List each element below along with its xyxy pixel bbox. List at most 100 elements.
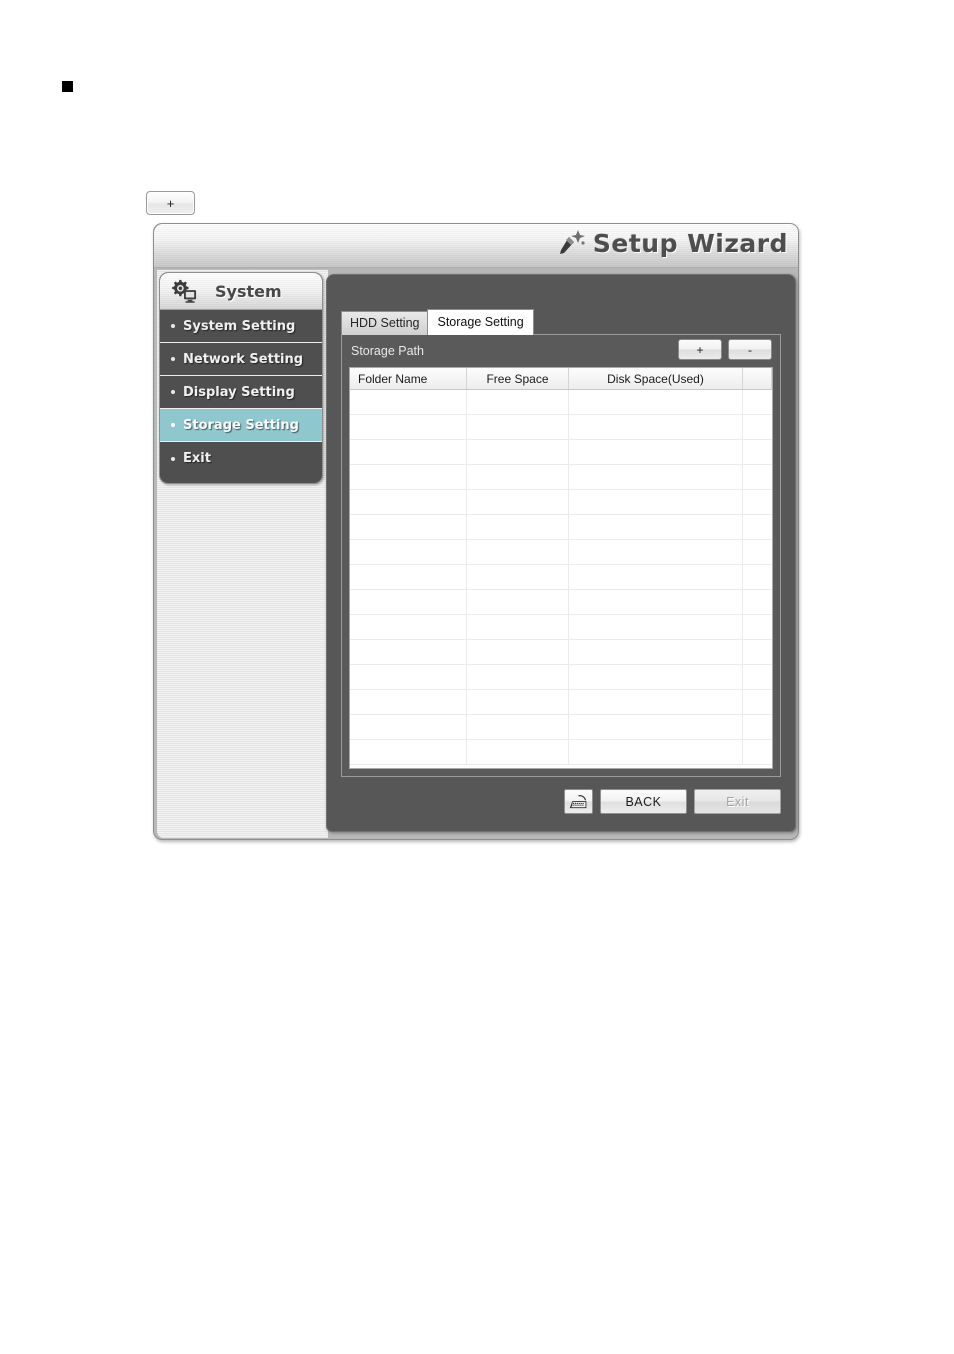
- sidebar-item-system-setting[interactable]: System Setting: [160, 310, 322, 343]
- storage-settings-area: Storage Path + - Folder Name Free Space …: [341, 334, 781, 777]
- table-row[interactable]: [350, 565, 772, 590]
- magic-wand-icon: [559, 230, 585, 254]
- bullet-icon: [171, 357, 175, 361]
- add-path-button[interactable]: +: [678, 339, 722, 360]
- table-cell: [743, 515, 772, 539]
- table-cell: [569, 490, 743, 514]
- remove-path-button[interactable]: -: [728, 339, 772, 360]
- sidebar-item-storage-setting[interactable]: Storage Setting: [160, 409, 322, 442]
- standalone-plus-button[interactable]: +: [146, 191, 195, 215]
- table-row[interactable]: [350, 490, 772, 515]
- table-cell: [743, 565, 772, 589]
- table-cell: [467, 515, 569, 539]
- table-cell: [743, 590, 772, 614]
- column-header-folder-name[interactable]: Folder Name: [350, 368, 467, 389]
- table-cell: [743, 615, 772, 639]
- table-cell: [350, 390, 467, 414]
- footer-bar: BACK Exit: [327, 779, 795, 831]
- table-cell: [467, 615, 569, 639]
- table-row[interactable]: [350, 440, 772, 465]
- table-cell: [467, 490, 569, 514]
- back-label: BACK: [625, 794, 662, 809]
- table-cell: [743, 540, 772, 564]
- remove-path-label: -: [748, 342, 752, 357]
- tab-label: HDD Setting: [350, 316, 420, 330]
- table-row[interactable]: [350, 690, 772, 715]
- table-row[interactable]: [350, 465, 772, 490]
- table-cell: [467, 540, 569, 564]
- table-cell: [467, 390, 569, 414]
- table-row[interactable]: [350, 740, 772, 765]
- table-body: [350, 390, 772, 765]
- table-cell: [569, 665, 743, 689]
- storage-path-label: Storage Path: [351, 344, 424, 358]
- sidebar-item-display-setting[interactable]: Display Setting: [160, 376, 322, 409]
- table-cell: [743, 740, 772, 764]
- table-cell: [467, 640, 569, 664]
- sidebar-item-network-setting[interactable]: Network Setting: [160, 343, 322, 376]
- bullet-icon: [171, 423, 175, 427]
- table-cell: [467, 590, 569, 614]
- bullet-icon: [171, 390, 175, 394]
- column-header-spacer[interactable]: [743, 368, 772, 389]
- table-row[interactable]: [350, 640, 772, 665]
- table-cell: [350, 515, 467, 539]
- table-cell: [743, 690, 772, 714]
- table-cell: [743, 390, 772, 414]
- column-header-disk-space-used[interactable]: Disk Space(Used): [569, 368, 743, 389]
- sidebar-item-label: Network Setting: [183, 351, 304, 367]
- path-action-buttons: + -: [678, 339, 772, 360]
- exit-button[interactable]: Exit: [694, 789, 781, 814]
- table-cell: [743, 640, 772, 664]
- table-row[interactable]: [350, 665, 772, 690]
- back-button[interactable]: BACK: [600, 789, 687, 814]
- table-cell: [350, 665, 467, 689]
- table-cell: [569, 565, 743, 589]
- nav-header: System: [160, 273, 322, 310]
- table-cell: [467, 715, 569, 739]
- sidebar-item-exit[interactable]: Exit: [160, 442, 322, 475]
- gear-monitor-icon: [172, 279, 197, 303]
- content-panel: Storage Path + - Folder Name Free Space …: [326, 274, 796, 832]
- table-row[interactable]: [350, 715, 772, 740]
- table-cell: [569, 690, 743, 714]
- tab-hdd-setting[interactable]: HDD Setting: [341, 311, 429, 335]
- table-row[interactable]: [350, 515, 772, 540]
- table-cell: [569, 465, 743, 489]
- table-row[interactable]: [350, 415, 772, 440]
- table-cell: [569, 590, 743, 614]
- table-header-row: Folder Name Free Space Disk Space(Used): [350, 368, 772, 390]
- table-cell: [569, 740, 743, 764]
- add-path-label: +: [696, 342, 704, 357]
- bullet-icon: [171, 324, 175, 328]
- table-cell: [743, 715, 772, 739]
- table-cell: [569, 440, 743, 464]
- bullet-icon: [171, 456, 175, 461]
- table-cell: [569, 540, 743, 564]
- table-cell: [467, 565, 569, 589]
- tab-storage-setting[interactable]: Storage Setting: [427, 309, 534, 335]
- table-cell: [467, 665, 569, 689]
- table-cell: [467, 465, 569, 489]
- sidebar-item-label: Display Setting: [183, 384, 295, 400]
- table-cell: [743, 465, 772, 489]
- virtual-keyboard-button[interactable]: [564, 789, 593, 814]
- title-group: Setup Wizard: [557, 228, 788, 258]
- table-row[interactable]: [350, 590, 772, 615]
- table-row[interactable]: [350, 540, 772, 565]
- table-cell: [350, 590, 467, 614]
- table-row[interactable]: [350, 390, 772, 415]
- exit-label: Exit: [726, 794, 749, 809]
- column-header-free-space[interactable]: Free Space: [467, 368, 569, 389]
- window-title-bar: Setup Wizard: [154, 224, 798, 268]
- table-cell: [350, 640, 467, 664]
- table-cell: [569, 415, 743, 439]
- storage-path-table[interactable]: Folder Name Free Space Disk Space(Used): [349, 367, 773, 769]
- table-cell: [743, 665, 772, 689]
- system-nav-panel: System System Setting Network Setting Di…: [159, 272, 323, 484]
- table-cell: [350, 490, 467, 514]
- nav-header-label: System: [215, 281, 282, 301]
- table-row[interactable]: [350, 615, 772, 640]
- table-cell: [467, 415, 569, 439]
- table-cell: [350, 415, 467, 439]
